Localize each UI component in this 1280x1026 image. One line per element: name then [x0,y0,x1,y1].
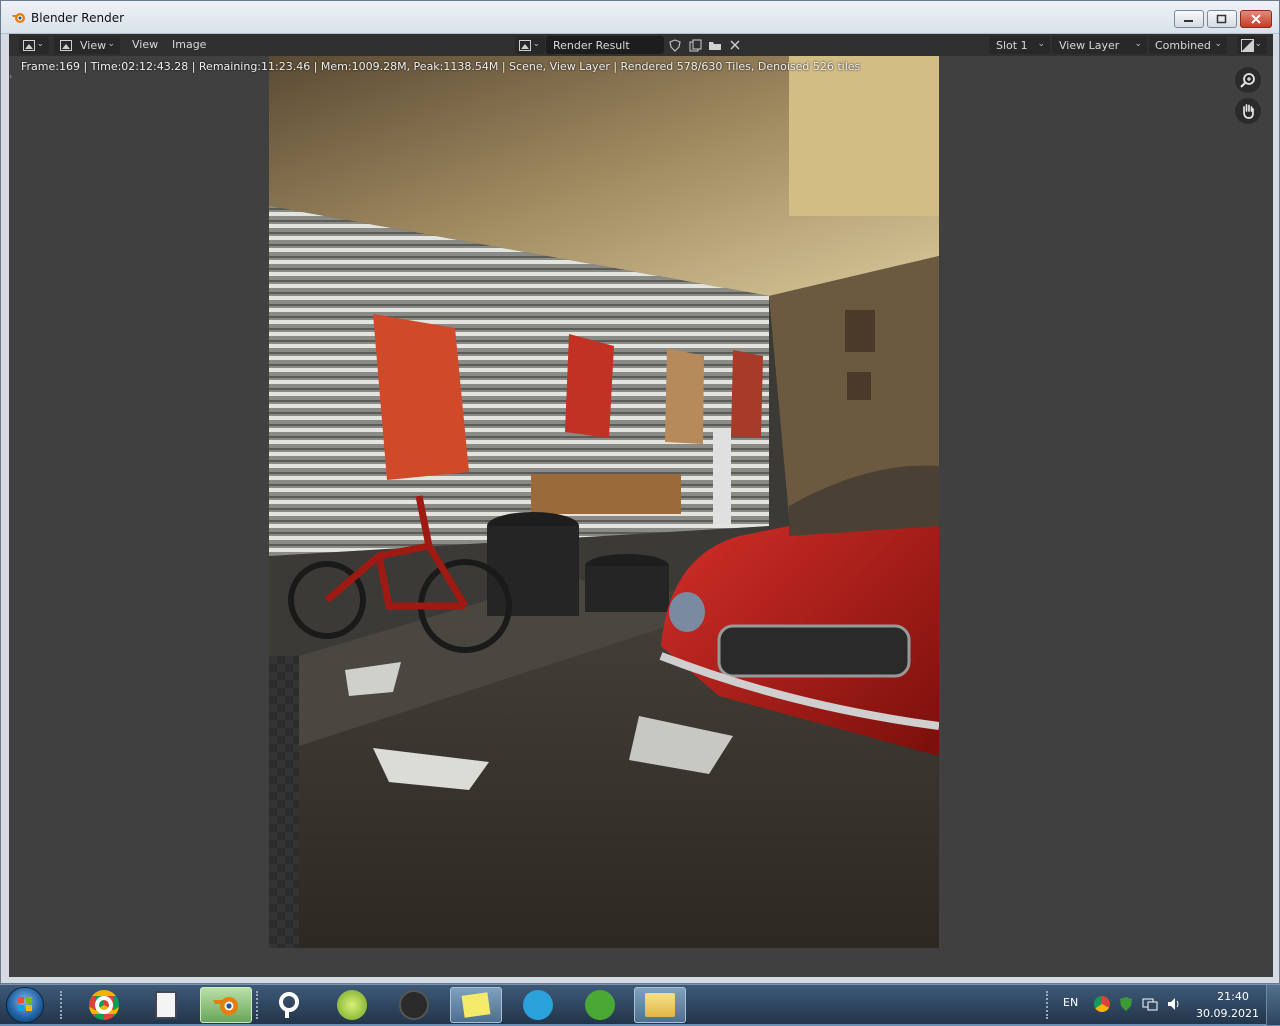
editor-header: ⌄ View ⌄ View Image ⌄ Render Result Slot… [9,34,1273,56]
notepad-icon [155,991,177,1019]
render-pass-dropdown[interactable]: Combined ⌄ [1149,36,1227,54]
chevron-down-icon: ⌄ [1134,39,1142,49]
lime-app-icon [337,990,367,1020]
chevron-down-icon: ⌄ [1214,39,1222,49]
taskbar-app-notepad[interactable] [140,987,192,1023]
volume-icon[interactable] [1166,996,1182,1012]
close-icon [1251,14,1261,24]
magnifier-app-icon [279,992,299,1018]
pan-button[interactable] [1235,98,1261,124]
image-name: Render Result [553,38,630,52]
view-layer-dropdown[interactable]: View Layer ⌄ [1052,36,1147,54]
open-folder-icon[interactable] [707,37,723,53]
windows-logo-icon [18,997,32,1011]
taskbar-grip [256,991,260,1019]
security-shield-icon[interactable] [1118,996,1134,1012]
zoom-icon [1240,73,1255,88]
taskbar-app-chrome[interactable] [78,987,130,1023]
taskbar-app-vector[interactable] [388,987,440,1023]
render-scene-image [269,56,939,948]
show-desktop-button[interactable] [1266,985,1280,1025]
image-editor-icon [23,39,35,51]
windows-taskbar: EN 21:40 30.09.2021 [0,984,1280,1025]
image-browse-icon [519,39,531,51]
minimize-button[interactable] [1174,10,1204,28]
render-stats: Frame:169 | Time:02:12:43.28 | Remaining… [21,60,861,73]
chrome-icon [89,990,119,1020]
maximize-button[interactable] [1207,10,1237,28]
render-result-image [269,56,939,948]
hand-pan-icon [1243,104,1254,119]
display-channels-dropdown[interactable]: ⌄ [1237,36,1267,54]
zoom-button[interactable] [1235,67,1261,93]
fake-user-shield-icon[interactable] [667,37,683,53]
view-mode-dropdown[interactable]: View ⌄ [54,36,120,54]
chevron-down-icon: ⌄ [107,39,115,49]
view-mode-label: View [80,38,107,52]
minimize-icon [1184,20,1193,22]
view-layer-label: View Layer [1059,38,1120,52]
image-editor: ⌄ View ⌄ View Image ⌄ Render Result Slot… [9,34,1273,977]
taskbar-app-explorer[interactable] [634,987,686,1023]
sticky-notes-icon [461,992,491,1018]
render-pass-label: Combined [1155,38,1211,52]
duplicate-image-icon[interactable] [687,37,703,53]
view-mode-icon [60,39,72,51]
image-viewport[interactable]: › Frame:169 | Time:02:12:43.28 | Remaini… [9,56,1273,977]
restore-icon [1216,14,1227,24]
taskbar-app-sticky-notes[interactable] [450,987,502,1023]
start-button[interactable] [6,987,44,1023]
taskbar-app-blender[interactable] [200,987,252,1023]
chevron-down-icon: ⌄ [532,39,540,49]
menu-view[interactable]: View [132,38,158,51]
telegram-icon [523,990,553,1020]
taskbar-grip [60,991,64,1019]
blender-render-window: Blender Render ⌄ View ⌄ View Image ⌄ Ren… [0,0,1280,984]
browse-image-dropdown[interactable]: ⌄ [515,36,545,54]
chevron-down-icon: ⌄ [36,39,44,49]
taskbar-app-search[interactable] [264,987,316,1023]
close-button[interactable] [1240,10,1272,28]
editor-type-dropdown[interactable]: ⌄ [19,36,49,54]
clock-time[interactable]: 21:40 [1213,990,1253,1003]
display-channels-icon [1241,38,1254,52]
taskbar-app-telegram[interactable] [512,987,564,1023]
slot-dropdown[interactable]: Slot 1 ⌄ [989,36,1050,54]
utorrent-icon [585,990,615,1020]
unlink-image-icon[interactable] [727,37,743,53]
taskbar-app-utorrent[interactable] [574,987,626,1023]
language-indicator[interactable]: EN [1063,996,1078,1009]
chevron-down-icon: ⌄ [1037,39,1045,49]
menu-image[interactable]: Image [172,38,206,51]
clock-date[interactable]: 30.09.2021 [1196,1007,1259,1020]
folder-icon [645,993,675,1017]
slot-label: Slot 1 [996,38,1028,52]
chevron-down-icon: ⌄ [1254,39,1262,49]
sidebar-toggle-icon[interactable]: › [9,72,15,82]
chrome-tray-icon[interactable] [1094,996,1110,1012]
taskbar-app-lime[interactable] [326,987,378,1023]
window-title: Blender Render [31,11,125,25]
network-icon[interactable] [1142,996,1158,1012]
title-bar[interactable]: Blender Render [1,1,1279,34]
image-name-field[interactable]: Render Result [546,36,664,54]
vector-app-icon [399,990,429,1020]
blender-logo-icon [12,13,25,23]
tray-grip [1046,991,1050,1019]
blender-app-icon [213,997,238,1015]
